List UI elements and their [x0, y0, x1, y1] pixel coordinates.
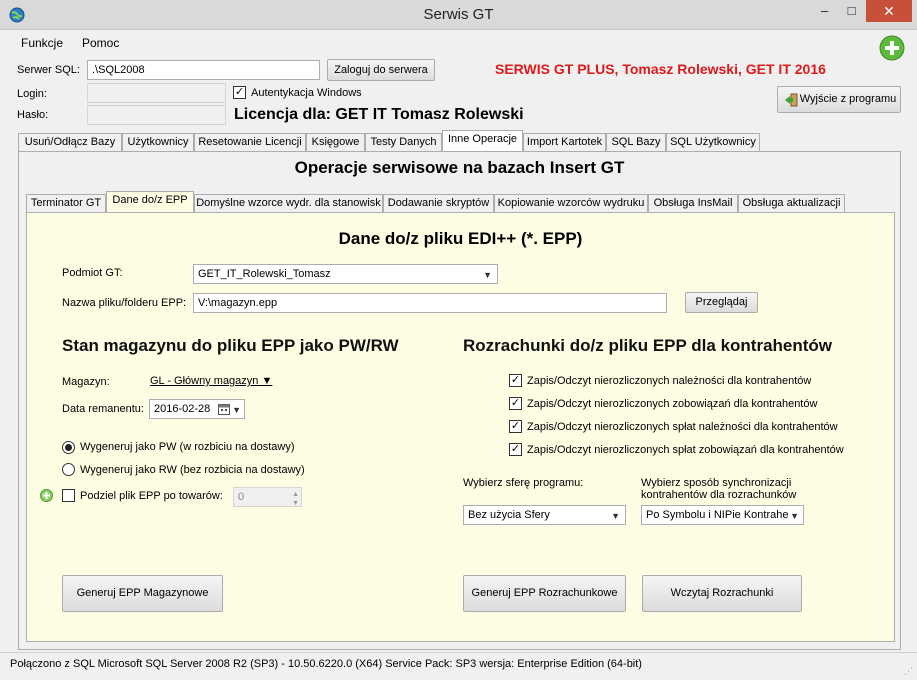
tab-sql-uzytkownicy[interactable]: SQL Użytkownicy	[666, 133, 760, 151]
check-splat-naleznosci[interactable]: ✓	[509, 420, 522, 433]
subtab-dane-epp[interactable]: Dane do/z EPP	[106, 191, 194, 212]
tab-resetowanie-licencji[interactable]: Resetowanie Licencji	[194, 133, 306, 151]
maximize-button[interactable]: □	[838, 0, 865, 22]
server-label: Serwer SQL:	[17, 64, 80, 76]
sync-label-line1: Wybierz sposób synchronizacji	[641, 477, 792, 489]
tab-inne-operacje[interactable]: Inne Operacje	[442, 130, 523, 151]
sphere-label: Wybierz sferę programu:	[463, 477, 584, 489]
sync-select[interactable]: Po Symbolu i NIPie Kontraher ▼	[641, 505, 804, 525]
status-text: Połączono z SQL Microsoft SQL Server 200…	[10, 658, 642, 670]
small-plus-icon[interactable]	[40, 489, 53, 502]
window-title: Serwis GT	[423, 6, 494, 23]
menu-pomoc[interactable]: Pomoc	[82, 36, 119, 50]
subtab-terminator-gt[interactable]: Terminator GT	[26, 194, 106, 212]
connect-server-button[interactable]: Zaloguj do serwera	[327, 59, 435, 81]
stepper-down-icon[interactable]: ▼	[292, 497, 299, 511]
sphere-select[interactable]: Bez użycia Sfery ▼	[463, 505, 626, 525]
add-plus-icon[interactable]	[879, 35, 905, 61]
windows-auth-checkbox[interactable]: ✓	[233, 86, 246, 99]
split-count-stepper[interactable]: 0 ▲ ▼	[233, 487, 302, 507]
status-bar: Połączono z SQL Microsoft SQL Server 200…	[0, 652, 917, 680]
exit-door-icon	[785, 93, 798, 107]
check-zobowiazan-label: Zapis/Odczyt nierozliczonych zobowiązań …	[527, 398, 818, 410]
generate-epp-warehouse-button[interactable]: Generuj EPP Magazynowe	[62, 575, 223, 612]
tab-import-kartotek[interactable]: Import Kartotek	[523, 133, 606, 151]
check-zobowiazan[interactable]: ✓	[509, 397, 522, 410]
minimize-button[interactable]: –	[811, 0, 838, 22]
check-naleznosci[interactable]: ✓	[509, 374, 522, 387]
file-input[interactable]: V:\magazyn.epp	[193, 293, 667, 313]
magazyn-link[interactable]: GL - Główny magazyn ▼	[150, 375, 272, 387]
subtab-obsluga-insmail[interactable]: Obsługa InsMail	[648, 194, 738, 212]
section-title: Operacje serwisowe na bazach Insert GT	[294, 158, 625, 177]
windows-auth-label: Autentykacja Windows	[251, 87, 362, 99]
subtab-domyslne-wzorce[interactable]: Domyślne wzorce wydr. dla stanowisk	[194, 194, 383, 212]
file-label: Nazwa pliku/folderu EPP:	[62, 297, 187, 309]
close-button[interactable]: ✕	[866, 0, 912, 22]
generate-epp-settlements-button[interactable]: Generuj EPP Rozrachunkowe	[463, 575, 626, 612]
tab-sql-bazy[interactable]: SQL Bazy	[606, 133, 666, 151]
subtab-kopiowanie-wzorcow[interactable]: Kopiowanie wzorców wydruku	[494, 194, 648, 212]
browse-button[interactable]: Przeglądaj	[685, 292, 758, 313]
password-label: Hasło:	[17, 109, 49, 121]
radio-generate-pw[interactable]	[62, 441, 75, 454]
split-epp-label: Podziel plik EPP po towarów:	[80, 490, 223, 502]
epp-title: Dane do/z pliku EDI++ (*. EPP)	[338, 229, 583, 248]
date-picker[interactable]: 2016-02-28 ▼	[149, 399, 245, 419]
tab-ksiegowe[interactable]: Księgowe	[306, 133, 365, 151]
magazyn-label: Magazyn:	[62, 376, 110, 388]
check-naleznosci-label: Zapis/Odczyt nierozliczonych należności …	[527, 375, 812, 387]
calendar-icon[interactable]	[218, 403, 230, 415]
chevron-down-icon: ▼	[788, 509, 799, 523]
entity-select[interactable]: GET_IT_Rolewski_Tomasz ▼	[193, 264, 498, 284]
tab-uzytkownicy[interactable]: Użytkownicy	[122, 133, 194, 151]
title-bar: Serwis GT – □ ✕	[0, 0, 917, 30]
check-splat-zobowiazan[interactable]: ✓	[509, 443, 522, 456]
menu-funkcje[interactable]: Funkcje	[21, 36, 63, 50]
login-label: Login:	[17, 88, 47, 100]
radio-generate-rw[interactable]	[62, 463, 75, 476]
check-splat-zobowiazan-label: Zapis/Odczyt nierozliczonych spłat zobow…	[527, 444, 844, 456]
exit-button[interactable]: Wyjście z programu	[777, 86, 901, 113]
load-settlements-button[interactable]: Wczytaj Rozrachunki	[642, 575, 802, 612]
radio-rw-label: Wygeneruj jako RW (bez rozbicia na dosta…	[80, 464, 305, 476]
server-input[interactable]: .\SQL2008	[87, 60, 320, 80]
chevron-down-icon: ▼	[611, 511, 620, 521]
chevron-down-icon: ▼	[483, 270, 492, 280]
chevron-down-icon: ▼	[232, 405, 241, 415]
login-input[interactable]	[87, 83, 226, 103]
settlements-heading: Rozrachunki do/z pliku EPP dla kontrahen…	[463, 336, 833, 355]
tab-testy-danych[interactable]: Testy Danych	[365, 133, 442, 151]
date-label: Data remanentu:	[62, 403, 144, 415]
tab-usun-odlacz-bazy[interactable]: Usuń/Odłącz Bazy	[18, 133, 122, 151]
sync-label-line2: kontrahentów dla rozrachunków	[641, 489, 797, 501]
subtab-dodawanie-skryptow[interactable]: Dodawanie skryptów	[383, 194, 494, 212]
radio-pw-label: Wygeneruj jako PW (w rozbiciu na dostawy…	[80, 441, 295, 453]
resize-grip-icon[interactable]: ⋰	[904, 666, 913, 677]
license-text: Licencja dla: GET IT Tomasz Rolewski	[234, 106, 524, 123]
check-splat-naleznosci-label: Zapis/Odczyt nierozliczonych spłat należ…	[527, 421, 838, 433]
brand-text: SERWIS GT PLUS, Tomasz Rolewski, GET IT …	[495, 61, 826, 77]
split-epp-checkbox[interactable]	[62, 489, 75, 502]
entity-label: Podmiot GT:	[62, 267, 123, 279]
warehouse-heading: Stan magazynu do pliku EPP jako PW/RW	[62, 336, 399, 355]
subtab-obsluga-aktualizacji[interactable]: Obsługa aktualizacji	[738, 194, 845, 212]
password-input[interactable]	[87, 105, 226, 125]
